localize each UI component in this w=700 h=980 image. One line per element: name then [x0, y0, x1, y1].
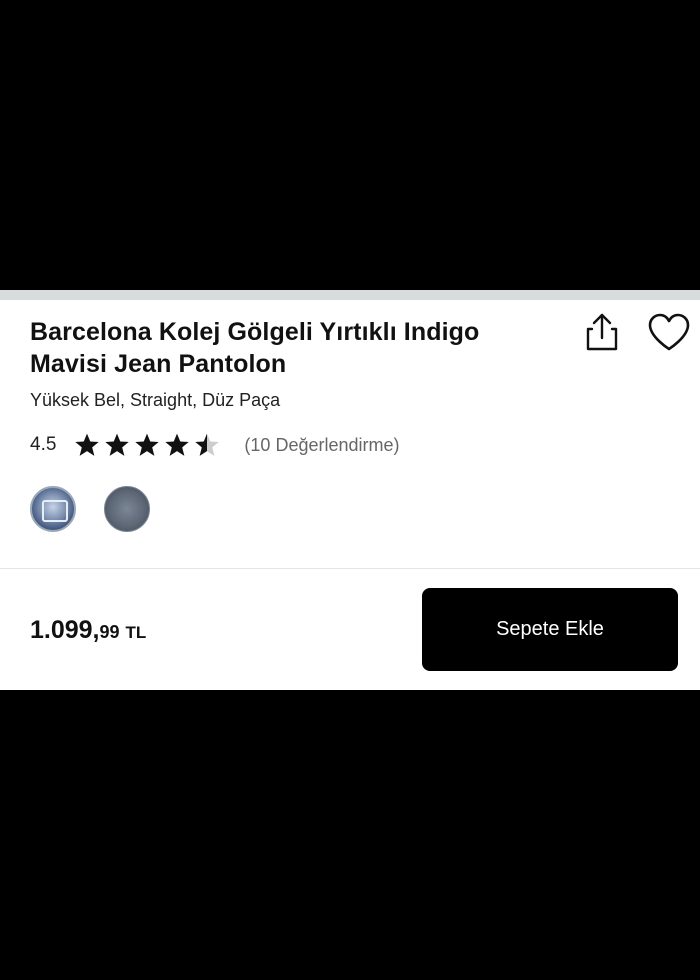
price-decimal: 99 — [99, 622, 120, 642]
favorite-button[interactable] — [645, 310, 693, 354]
product-info-panel: Barcelona Kolej Gölgeli Yırtıklı Indigo … — [0, 290, 700, 690]
star-half-icon — [195, 433, 220, 456]
price-currency: TL — [125, 623, 147, 642]
color-swatch-grey[interactable] — [104, 486, 150, 532]
heart-icon — [648, 313, 690, 351]
color-swatches — [30, 486, 178, 532]
review-count-link[interactable]: (10 Değerlendirme) — [244, 435, 399, 456]
product-title: Barcelona Kolej Gölgeli Yırtıklı Indigo … — [30, 318, 480, 378]
rating-row[interactable]: 4.5 (10 Değerlendirme) — [30, 430, 400, 460]
product-subtitle: Yüksek Bel, Straight, Düz Paça — [30, 390, 281, 410]
share-button[interactable] — [580, 310, 624, 354]
star-full-icon — [165, 433, 190, 456]
cutoff-content — [30, 560, 350, 568]
color-swatch-indigo[interactable] — [30, 486, 76, 532]
top-strip — [0, 290, 700, 300]
price-main: 1.099, — [30, 616, 100, 644]
star-rating — [74, 432, 224, 458]
star-full-icon — [105, 433, 130, 456]
footer-divider — [0, 568, 700, 569]
star-full-icon — [75, 433, 100, 456]
rating-score: 4.5 — [30, 434, 57, 455]
price: 1.099, 99 TL — [30, 616, 146, 645]
star-full-icon — [135, 433, 160, 456]
share-icon — [586, 313, 618, 351]
add-to-cart-button[interactable]: Sepete Ekle — [422, 588, 678, 671]
